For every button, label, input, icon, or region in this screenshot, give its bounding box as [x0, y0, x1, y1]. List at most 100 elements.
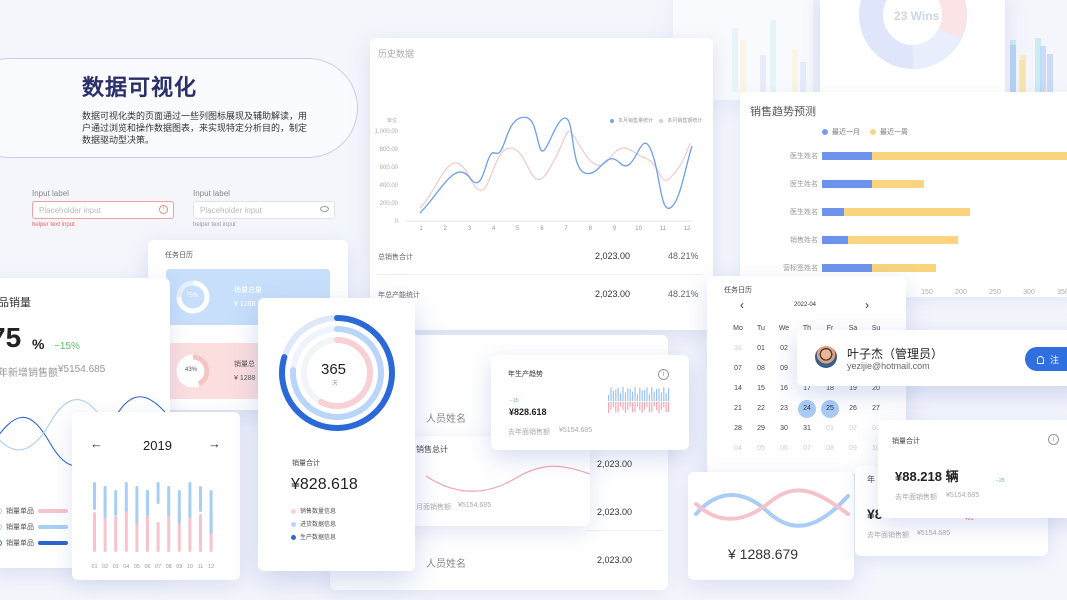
calendar-day[interactable]: 06 — [775, 440, 793, 458]
calendar-day[interactable]: 27 — [867, 400, 885, 418]
calendar-day[interactable]: 16 — [775, 380, 793, 398]
calendar-day[interactable]: 29 — [752, 420, 770, 438]
calendar-day[interactable]: 09 — [775, 360, 793, 378]
ring-legend-label-3: 生产数据信息 — [300, 535, 337, 541]
trend-bar-down — [663, 402, 665, 408]
trend-bar-up — [651, 387, 653, 401]
wave-chart — [694, 488, 850, 528]
x-tick-label: 10 — [635, 226, 642, 232]
trend-bar-up — [634, 387, 636, 401]
calendar-day[interactable]: 02 — [775, 340, 793, 358]
prod-trend-sparkbars — [608, 387, 670, 413]
wins-card: 23 Wins — [820, 0, 1005, 105]
info-icon[interactable]: i — [658, 369, 669, 380]
calendar-day[interactable]: 08 — [752, 360, 770, 378]
calendar-day[interactable]: 01 — [752, 340, 770, 358]
year-bar-chart: 01 02 03 04 05 06 07 08 09 10 11 12 — [91, 482, 214, 570]
forecast-x-tick: 350 — [1057, 289, 1067, 296]
calendar-day[interactable]: 08 — [821, 440, 839, 458]
calendar-day[interactable]: 25 — [821, 400, 839, 418]
year-month-label: 04 — [123, 564, 129, 570]
mid-divider — [586, 530, 662, 531]
x-tick-label: 1 — [419, 226, 423, 232]
right-sales-title: 销量合计 — [892, 438, 920, 445]
trend-bar-down — [627, 402, 629, 410]
forecast-card: 销售趋势预测 最近一月 最近一周 医生姓名 医生姓名 医生姓名 销售姓名 营标签姓名 15… — [740, 92, 1067, 297]
year-bar-pink — [199, 514, 202, 552]
mid-val-2: 2,023.00 — [597, 507, 633, 517]
year-bar-blue — [209, 490, 213, 534]
calendar-day[interactable]: 31 — [798, 420, 816, 438]
product-delta: −15% — [54, 341, 80, 352]
calendar-day[interactable]: 07 — [729, 360, 747, 378]
year-bar-pink — [93, 512, 96, 552]
year-next-button[interactable]: → — [208, 436, 221, 451]
calendar-day[interactable]: 02 — [844, 420, 862, 438]
product-legend-label-1: 销量单品 — [6, 508, 34, 515]
year-month-label: 06 — [144, 564, 150, 570]
avatar[interactable] — [815, 346, 837, 368]
trend-bar-down — [658, 402, 660, 413]
wins-label: 23 Wins — [894, 9, 940, 23]
trend-bar-up — [668, 387, 670, 401]
y-tick-label: 200.00 — [380, 201, 399, 207]
history-line-chart: 1,000.00800.00600.00400.00200.0001 2 3 4 5 6 7… — [375, 116, 693, 232]
year-bar-pink — [114, 516, 118, 552]
trend-bar-down — [608, 402, 610, 413]
prod-trend-sub-value: ¥5154.685 — [559, 427, 593, 434]
forecast-row-label: 医生姓名 — [790, 207, 818, 216]
calendar-day[interactable]: 24 — [798, 400, 816, 418]
right-sales-value: ¥88.218 辆 — [895, 469, 959, 484]
user-name: 叶子杰（管理员） — [847, 347, 944, 361]
calendar-day[interactable]: 05 — [752, 440, 770, 458]
history-row1-pct: 48.21% — [668, 251, 699, 261]
calendar-day[interactable]: 01 — [821, 420, 839, 438]
x-tick-label: 6 — [540, 226, 544, 232]
input-field-password[interactable]: Placeholder input — [193, 201, 335, 219]
trend-bar-up — [658, 388, 660, 401]
trend-bar-up — [610, 387, 612, 401]
calendar-day[interactable]: 15 — [752, 380, 770, 398]
product-title: 品销量 — [0, 297, 31, 309]
calendar-day[interactable]: 23 — [775, 400, 793, 418]
eye-icon[interactable] — [320, 206, 329, 212]
task-item-1-value: ¥ 1288 — [234, 301, 256, 308]
trend-bar-down — [639, 402, 641, 411]
year-prev-button[interactable]: ← — [90, 436, 103, 451]
calendar-day[interactable]: 26 — [844, 400, 862, 418]
trend-bar-up — [612, 390, 614, 401]
calendar-day[interactable]: 07 — [798, 440, 816, 458]
ring-days-unit: 天 — [332, 381, 339, 387]
y-tick-label: 600.00 — [380, 165, 399, 171]
year-month-label: 09 — [176, 564, 182, 570]
right-sales-delta: −25 — [996, 478, 1005, 484]
calendar-day[interactable]: 21 — [729, 400, 747, 418]
year-bar-blue — [156, 482, 160, 504]
info-icon[interactable]: i — [1048, 434, 1059, 445]
year-month-label: 10 — [187, 564, 193, 570]
trend-bar-down — [632, 402, 634, 413]
trend-bar-down — [610, 402, 612, 410]
trend-bar-up — [617, 387, 619, 401]
calendar-day[interactable]: 22 — [752, 400, 770, 418]
user-action-button[interactable]: 注 — [1025, 347, 1067, 371]
trend-bar-up — [641, 390, 643, 401]
trend-bar-down — [646, 402, 648, 408]
calendar-day[interactable]: 09 — [844, 440, 862, 458]
ring-legend-label-1: 销售数量信息 — [300, 509, 337, 515]
year-bar-blue — [188, 482, 192, 518]
year-bar-pink — [124, 506, 128, 552]
trend-bar-up — [636, 394, 638, 401]
input-placeholder-2: Placeholder input — [200, 206, 262, 215]
calendar-day[interactable]: 04 — [729, 440, 747, 458]
calendar-day[interactable]: 28 — [729, 420, 747, 438]
x-tick-label: 2 — [444, 226, 448, 232]
year-month-label: 07 — [155, 564, 161, 570]
input-field-error[interactable]: Placeholder input ! — [32, 201, 174, 219]
forecast-row-label: 销售姓名 — [790, 235, 818, 244]
mid-name-1: 人员姓名 — [426, 414, 466, 425]
calendar-day[interactable]: 30 — [775, 420, 793, 438]
calendar-day[interactable]: 14 — [729, 380, 747, 398]
product-legend-bar-2 — [38, 525, 68, 529]
calendar-day[interactable]: 31 — [729, 340, 747, 358]
